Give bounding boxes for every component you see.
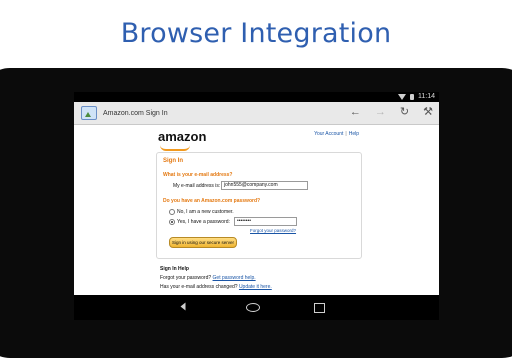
android-nav-bar xyxy=(74,295,439,320)
your-account-link[interactable]: Your Account xyxy=(314,131,343,137)
get-password-help-link[interactable]: Get password help. xyxy=(213,275,256,281)
sign-in-box: Sign In What is your e-mail address? My … xyxy=(156,152,362,259)
back-arrow-icon[interactable]: ← xyxy=(350,106,361,118)
top-links: Your Account | Help xyxy=(314,131,359,137)
help-changed-text: Has your e-mail address changed? xyxy=(160,284,238,290)
amazon-logo: amazon xyxy=(158,129,207,144)
help-forgot-text: Forgot your password? xyxy=(160,275,212,281)
tablet-screen: 11:14 Amazon.com Sign In ← → ↻ ⚒ amazon … xyxy=(74,92,439,320)
email-label: My e-mail address is: xyxy=(173,183,221,189)
status-time: 11:14 xyxy=(418,93,435,100)
forgot-password-link[interactable]: Forgot your password? xyxy=(250,228,296,233)
status-bar: 11:14 xyxy=(74,92,439,102)
wrench-icon[interactable]: ⚒ xyxy=(423,106,433,118)
password-question: Do you have an Amazon.com password? xyxy=(163,198,261,204)
existing-customer-radio[interactable] xyxy=(169,219,175,225)
new-customer-label: No, I am a new customer. xyxy=(177,209,234,215)
existing-customer-label: Yes, I have a password: xyxy=(177,219,230,225)
site-favicon-icon xyxy=(81,106,97,120)
tab-title[interactable]: Amazon.com Sign In xyxy=(103,110,168,117)
email-field[interactable]: john555@company.com xyxy=(221,181,308,190)
web-page: amazon Your Account | Help Sign In What is… xyxy=(74,125,439,295)
sign-in-title: Sign In xyxy=(163,158,183,164)
help-changed-row: Has your e-mail address changed? Update … xyxy=(160,284,272,290)
email-question: What is your e-mail address? xyxy=(163,172,233,178)
refresh-icon[interactable]: ↻ xyxy=(400,106,409,118)
help-link[interactable]: Help xyxy=(349,131,359,137)
update-email-link[interactable]: Update it here. xyxy=(239,284,272,290)
new-customer-radio[interactable] xyxy=(169,209,175,215)
help-forgot-row: Forgot your password? Get password help. xyxy=(160,275,256,281)
help-title: Sign In Help xyxy=(160,266,189,272)
battery-icon xyxy=(410,93,414,100)
browser-toolbar: Amazon.com Sign In ← → ↻ ⚒ xyxy=(74,102,439,125)
sign-in-button[interactable]: Sign in using our secure server xyxy=(169,237,237,248)
headline: Browser Integration xyxy=(120,18,392,49)
amazon-smile-icon xyxy=(160,145,190,151)
nav-home-icon[interactable] xyxy=(246,303,260,312)
wifi-icon xyxy=(398,93,406,100)
nav-back-icon[interactable] xyxy=(177,301,191,313)
forward-arrow-icon[interactable]: → xyxy=(375,106,386,118)
nav-recents-icon[interactable] xyxy=(314,303,325,313)
password-field[interactable]: •••••••• xyxy=(234,217,297,226)
